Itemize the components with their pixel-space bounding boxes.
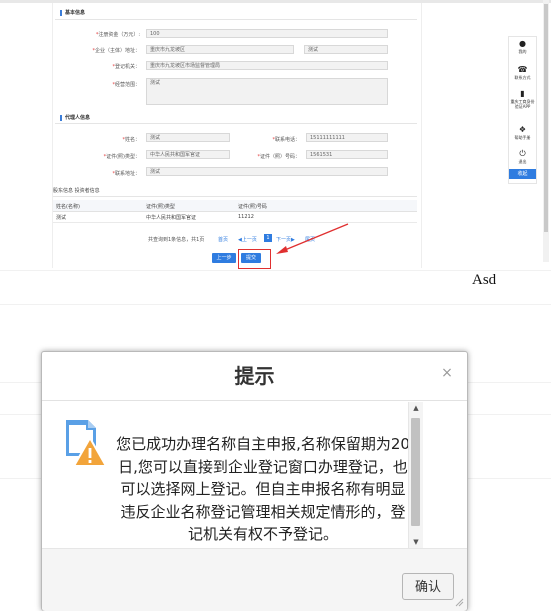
address-detail-input[interactable]: 测试 [304,45,388,54]
agent-phone-input[interactable]: 15111111111 [306,133,388,142]
dialog-title: 提示 [234,364,275,388]
sidebar-item-app[interactable]: ▮ 重庆工商身份验证APP [509,89,536,109]
page-scrollbar[interactable] [543,0,549,262]
sidebar-collapse-button[interactable]: 收起 [509,169,536,179]
column-header: 证件(照)号码 [238,204,267,210]
annotation-text: Asd [472,272,497,288]
prompt-dialog: 提示 × 您已成功办理名称自主申报,名称保留期为20日,您可以直接到企业登记窗口… [41,351,468,611]
agent-id-no-label: *证件（照）号码： [257,154,300,160]
dialog-scrollbar[interactable]: ▲ ▼ [408,402,423,548]
floating-sidebar: ● 我的 ☎ 联系方式 ▮ 重庆工商身份验证APP ❖ 帮助手册 ⏻ 退出 收起 [508,36,537,184]
pager-prev-link[interactable]: ◀上一页 [238,236,257,243]
warning-document-icon [66,420,108,467]
table-cell: 11212 [238,214,254,220]
table-row [53,211,417,223]
section-divider [53,196,417,197]
agent-phone-label: *联系电话： [272,137,300,143]
resize-grip-icon[interactable] [454,597,464,607]
sidebar-item-contact[interactable]: ☎ 联系方式 [509,65,536,80]
agent-name-label: *姓名： [122,137,140,143]
agent-id-type-select[interactable]: 中华人民共和国军官证 [146,150,230,159]
scroll-down-icon[interactable]: ▼ [409,536,423,548]
sidebar-item-help[interactable]: ❖ 帮助手册 [509,125,536,140]
agent-id-type-label: *证件(照)类型： [103,154,140,160]
pager-summary: 共查询到1条信息，共1页 [148,237,205,243]
sidebar-item-mine[interactable]: ● 我的 [509,39,536,54]
close-icon[interactable]: × [440,366,454,380]
scrollbar-thumb[interactable] [544,4,548,232]
basic-info-section-title: 基本信息 [60,9,85,16]
section-divider [55,19,417,20]
agent-address-input[interactable]: 测试 [146,167,388,176]
agent-address-label: *联系地址： [112,171,140,177]
mobile-icon: ▮ [520,89,525,98]
registry-label: *登记机关： [112,64,140,70]
column-header: 证件(照)类型 [146,204,175,210]
table-cell: 测试 [56,215,67,221]
scope-label: *经营范围： [112,82,140,88]
agent-info-section-title: 代理人信息 [60,114,90,121]
phone-icon: ☎ [517,65,528,74]
person-icon: ● [519,39,526,48]
registry-input[interactable]: 重庆市九龙坡区市场监督管理局 [146,61,388,70]
help-icon: ❖ [518,125,527,134]
agent-id-no-input[interactable]: 1561531 [306,150,388,159]
prev-step-button[interactable]: 上一步 [212,253,236,263]
annotation-arrow-icon [276,223,349,254]
highlight-box [238,249,271,269]
dialog-divider [42,400,467,401]
scope-textarea[interactable]: 测试 [146,78,388,105]
dialog-message: 您已成功办理名称自主申报,名称保留期为20日,您可以直接到企业登记窗口办理登记，… [116,435,410,543]
pager-first-link[interactable]: 首页 [218,236,228,243]
investor-section-title: 股东信息 投资者信息 [53,188,100,194]
power-icon: ⏻ [519,149,526,158]
agent-name-input[interactable]: 测试 [146,133,230,142]
address-district-input[interactable]: 重庆市九龙坡区 [146,45,294,54]
confirm-button[interactable]: 确认 [402,573,454,600]
column-header: 姓名(名称) [56,204,80,210]
scroll-up-icon[interactable]: ▲ [409,402,423,414]
divider [0,304,551,305]
capital-input[interactable]: 100 [146,29,388,38]
address-label: *企业（主体）地址： [92,48,140,54]
background-page: 基本信息 *注册资金（万元）: 100 *企业（主体）地址： 重庆市九龙坡区 测… [0,0,551,270]
section-divider [55,123,417,124]
scrollbar-thumb[interactable] [411,418,420,526]
divider [0,270,551,271]
capital-label: *注册资金（万元）: [95,32,140,38]
table-cell: 中华人民共和国军官证 [146,215,197,221]
sidebar-item-logout[interactable]: ⏻ 退出 [509,149,536,164]
